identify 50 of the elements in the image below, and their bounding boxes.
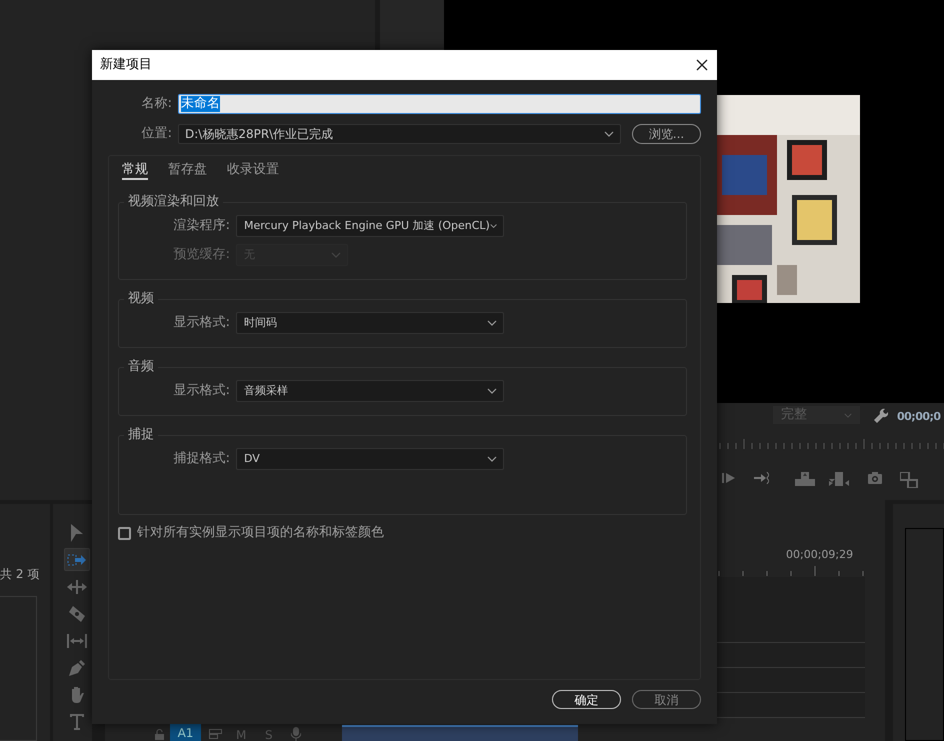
dropdown[interactable]: DV: [236, 448, 504, 470]
sync-lock-icon[interactable]: [209, 729, 222, 739]
close-button[interactable]: [695, 58, 709, 72]
settings-icon[interactable]: [872, 407, 888, 423]
caret-icon: [844, 412, 852, 418]
name-field[interactable]: 未命名: [178, 94, 701, 114]
timecode: 00;00;0: [897, 409, 941, 425]
checkbox[interactable]: [118, 526, 131, 540]
caret-icon: [487, 388, 497, 394]
film-compare-icon[interactable]: [900, 472, 918, 488]
checkbox-label: 针对所有实例显示项目项的名称和标签颜色: [137, 524, 384, 542]
group-title: 捕捉: [127, 427, 155, 443]
microphone-icon[interactable]: [291, 727, 301, 741]
caret-icon: [490, 223, 497, 229]
field-label: 显示格式:: [172, 382, 230, 400]
arrow-icon[interactable]: [754, 472, 769, 484]
extract-icon[interactable]: [829, 472, 849, 486]
caret-icon: [487, 320, 497, 326]
ok-button[interactable]: 确定: [552, 690, 621, 709]
browse-button[interactable]: 浏览...: [632, 124, 701, 144]
lock-icon[interactable]: [155, 729, 164, 740]
group-title: 视频: [127, 291, 155, 307]
caret-icon: [604, 131, 614, 137]
location-dropdown[interactable]: D:\杨晓惠28PR\作业已完成: [178, 124, 621, 144]
tab[interactable]: 常规: [122, 160, 148, 180]
item-count: 共 2 项: [0, 566, 40, 583]
field-label: 名称:: [140, 95, 172, 114]
dropdown[interactable]: Mercury Playback Engine GPU 加速 (OpenCL): [236, 215, 504, 237]
field-label: 位置:: [140, 125, 172, 144]
field-label: 预览缓存:: [172, 246, 230, 264]
window-title: 新建项目: [100, 56, 152, 74]
lift-icon[interactable]: [795, 472, 815, 486]
caret-icon: [487, 456, 497, 462]
field-label: 显示格式:: [172, 314, 230, 332]
cancel-button[interactable]: 取消: [632, 690, 701, 709]
dropdown[interactable]: 音频采样: [236, 380, 504, 402]
group-title: 视频渲染和回放: [127, 194, 220, 210]
camera-icon[interactable]: [868, 472, 882, 484]
caret-icon: [331, 252, 341, 258]
field-label: 捕捉格式:: [172, 450, 230, 468]
audio-clip[interactable]: [342, 725, 578, 741]
track-select-icon[interactable]: [64, 548, 90, 571]
track-target[interactable]: A1: [170, 724, 201, 741]
play-frame-icon[interactable]: [722, 472, 736, 484]
group-title: 音频: [127, 359, 155, 375]
timecode: 00;00;09;29: [786, 547, 854, 563]
tab[interactable]: 暂存盘: [168, 160, 207, 180]
dropdown[interactable]: 时间码: [236, 312, 504, 334]
tab[interactable]: 收录设置: [227, 160, 279, 180]
field-label: 渲染程序:: [172, 217, 230, 236]
